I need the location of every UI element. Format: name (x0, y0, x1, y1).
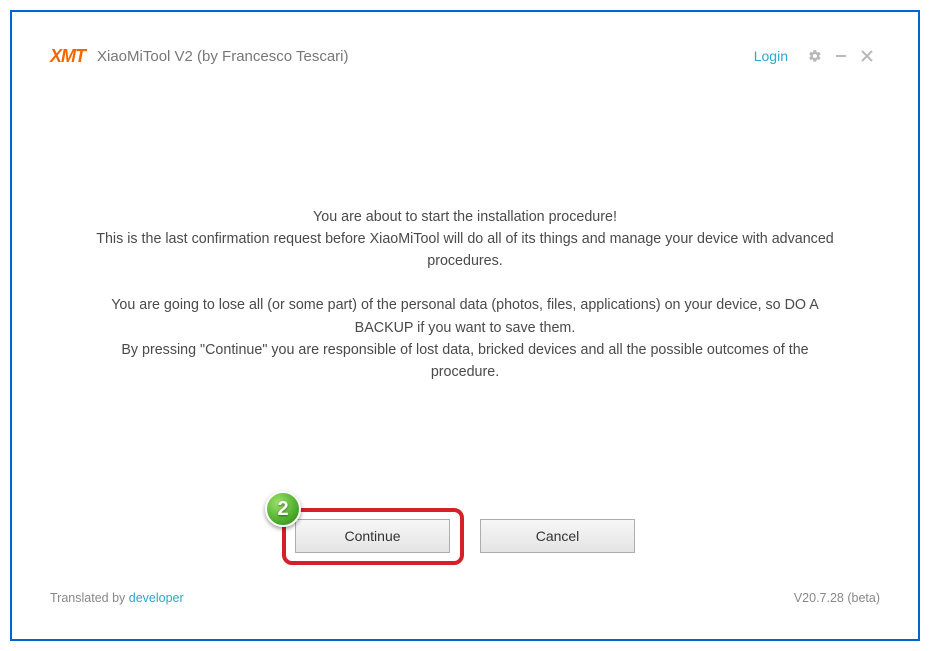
window-border: XMT XiaoMiTool V2 (by Francesco Tescari)… (10, 10, 920, 641)
translated-by: Translated by developer (50, 591, 184, 605)
minimize-icon[interactable] (833, 48, 849, 64)
footer: Translated by developer V20.7.28 (beta) (42, 591, 888, 609)
translated-prefix: Translated by (50, 591, 129, 605)
confirmation-message: You are about to start the installation … (95, 206, 835, 383)
app-logo: XMT (50, 46, 85, 67)
login-link[interactable]: Login (754, 48, 788, 64)
developer-link[interactable]: developer (129, 591, 184, 605)
version-label: V20.7.28 (beta) (794, 591, 880, 605)
gear-icon[interactable] (807, 48, 823, 64)
cancel-button[interactable]: Cancel (480, 519, 635, 553)
titlebar: XMT XiaoMiTool V2 (by Francesco Tescari)… (42, 36, 888, 76)
app-title: XiaoMiTool V2 (by Francesco Tescari) (97, 48, 754, 65)
main-content: You are about to start the installation … (42, 76, 888, 591)
message-line-2: This is the last confirmation request be… (95, 228, 835, 272)
close-icon[interactable] (859, 48, 875, 64)
button-row: 2 Continue Cancel (295, 519, 635, 553)
message-line-3: You are going to lose all (or some part)… (95, 294, 835, 338)
continue-wrap: 2 Continue (295, 519, 450, 553)
continue-button[interactable]: Continue (295, 519, 450, 553)
app-window: XMT XiaoMiTool V2 (by Francesco Tescari)… (42, 36, 888, 609)
message-line-1: You are about to start the installation … (95, 206, 835, 228)
message-line-4: By pressing "Continue" you are responsib… (95, 339, 835, 383)
